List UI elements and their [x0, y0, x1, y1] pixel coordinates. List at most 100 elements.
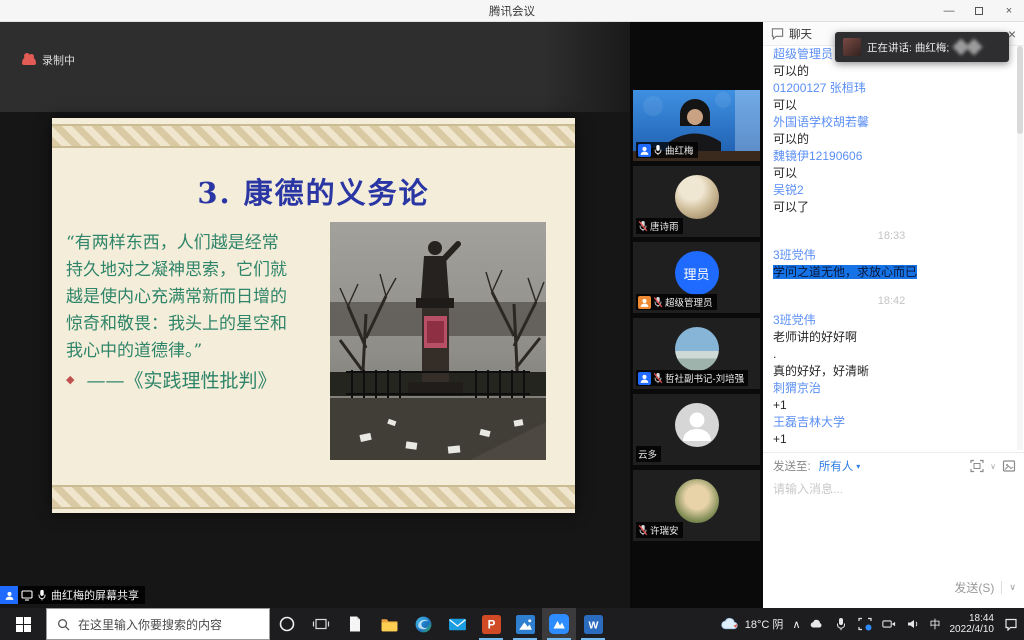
host-badge-icon — [638, 296, 651, 309]
participant-tile[interactable]: 唐诗雨 — [633, 166, 760, 237]
chat-sender: 王磊吉林大学 — [773, 414, 1010, 431]
projector-icon[interactable] — [882, 617, 897, 632]
restore-icon — [975, 7, 983, 15]
chat-scrollbar-thumb[interactable] — [1017, 46, 1023, 134]
participant-nameplate: 唐诗雨 — [636, 218, 683, 234]
mic-muted-icon — [653, 296, 663, 308]
blurred-name — [966, 39, 983, 56]
recording-label: 录制中 — [42, 52, 75, 68]
word-icon: W — [584, 615, 603, 634]
mic-icon — [36, 589, 48, 601]
cortana-icon — [278, 615, 296, 633]
chat-sender: 吴锐2 — [773, 182, 1010, 199]
participant-tile[interactable]: 许瑞安 — [633, 470, 760, 541]
member-badge-icon — [0, 586, 18, 604]
participant-name: 超级管理员 — [665, 295, 713, 309]
shared-screen-area: 录制中 3. 康德的义务论 “有两样东西，人们越是经常 持久地对之凝神思索，它们… — [0, 22, 630, 608]
powerpoint-button[interactable]: P — [474, 608, 508, 640]
window-titlebar: 腾讯会议 — × — [0, 0, 1024, 22]
speaker-avatar — [843, 38, 861, 56]
system-tray: 18°C 阴 ∧ 中 18:44 2022/4/10 — [721, 608, 1024, 640]
diamond-bullet-icon: ◆ — [66, 373, 74, 386]
participant-name: 许瑞安 — [650, 523, 679, 537]
speaker-icon[interactable] — [906, 617, 921, 632]
mic-muted-icon — [653, 372, 663, 384]
chat-timestamp: 18:42 — [773, 293, 1010, 310]
participant-tile[interactable]: 曲红梅 — [633, 90, 760, 161]
chevron-down-icon[interactable]: ∨ — [990, 462, 996, 471]
chat-message: 可以的 — [773, 131, 1010, 148]
screen-share-icon — [21, 589, 33, 601]
notepad-button[interactable] — [338, 608, 372, 640]
tray-clock[interactable]: 18:44 2022/4/10 — [950, 613, 995, 635]
send-button[interactable]: 发送(S) — [954, 579, 994, 596]
mail-icon — [448, 615, 467, 634]
task-view-button[interactable] — [304, 608, 338, 640]
avatar — [675, 403, 719, 447]
tray-mic-icon[interactable] — [834, 617, 849, 632]
send-button-group: 发送(S) ∨ — [954, 579, 1016, 596]
chat-message: 可以了 — [773, 199, 1010, 216]
mic-muted-icon — [638, 220, 648, 232]
tencent-meeting-button[interactable] — [542, 608, 576, 640]
start-button[interactable] — [0, 608, 46, 640]
edge-button[interactable] — [406, 608, 440, 640]
windows-logo-icon — [16, 617, 31, 632]
participant-tile[interactable]: 云多 — [633, 394, 760, 465]
chat-message: +1 — [773, 397, 1010, 414]
kant-statue-photo — [330, 222, 546, 460]
slide-decorative-band-bottom — [52, 485, 575, 509]
participant-tile[interactable]: 哲社副书记-刘培强 — [633, 318, 760, 389]
screen-share-label: 曲红梅的屏幕共享 — [51, 587, 139, 603]
chat-sender: 01200127 张桓玮 — [773, 80, 1010, 97]
photos-button[interactable] — [508, 608, 542, 640]
chat-close-button[interactable]: × — [1008, 26, 1016, 42]
chevron-down-icon[interactable]: ▾ — [856, 462, 860, 471]
restore-button[interactable] — [964, 0, 994, 22]
close-button[interactable]: × — [994, 0, 1024, 22]
slide-attribution-row: ◆ ——《实践理性批判》 — [66, 366, 276, 393]
send-to-label: 发送至: — [773, 458, 811, 474]
word-button[interactable]: W — [576, 608, 610, 640]
snip-tool-icon[interactable] — [858, 617, 873, 632]
file-explorer-button[interactable] — [372, 608, 406, 640]
participant-nameplate: 曲红梅 — [636, 142, 698, 158]
chat-message: 真的好好，好清晰 — [773, 363, 1010, 380]
screenshot-icon[interactable] — [970, 459, 984, 473]
screen-share-statusbar: 曲红梅的屏幕共享 — [0, 586, 145, 604]
mail-button[interactable] — [440, 608, 474, 640]
chat-scrollbar[interactable] — [1017, 46, 1023, 450]
member-badge-icon — [638, 144, 651, 157]
search-placeholder: 在这里输入你要搜索的内容 — [78, 616, 222, 633]
participant-name: 云多 — [638, 447, 657, 461]
weather-text: 18°C 阴 — [745, 616, 784, 632]
send-options-chevron-icon[interactable]: ∨ — [1009, 582, 1016, 593]
tray-expand-chevron[interactable]: ∧ — [792, 618, 800, 631]
windows-taskbar: 在这里输入你要搜索的内容 P W 18°C 阴 ∧ 中 — [0, 608, 1024, 640]
avatar: 理员 — [675, 251, 719, 295]
tray-date: 2022/4/10 — [950, 624, 995, 635]
chat-message: 可以 — [773, 97, 1010, 114]
ime-indicator[interactable]: 中 — [930, 616, 941, 632]
participant-tile[interactable]: 理员超级管理员 — [633, 242, 760, 313]
slide-quote: “有两样东西，人们越是经常 持久地对之凝神思索，它们就 越是使内心充满常新而日增… — [66, 230, 346, 365]
weather-widget[interactable]: 18°C 阴 — [721, 616, 784, 632]
tray-time: 18:44 — [950, 613, 995, 624]
send-to-selector[interactable]: 所有人 — [819, 458, 854, 474]
onedrive-cloud-icon[interactable] — [810, 617, 825, 632]
slide-decorative-band-top — [52, 124, 575, 148]
chat-sender: 外国语学校胡若馨 — [773, 114, 1010, 131]
notification-center-icon[interactable] — [1003, 617, 1018, 632]
avatar — [675, 479, 719, 523]
image-attach-icon[interactable] — [1002, 459, 1016, 473]
chat-bubble-icon — [771, 27, 784, 40]
cortana-button[interactable] — [270, 608, 304, 640]
search-input[interactable]: 在这里输入你要搜索的内容 — [46, 608, 270, 640]
window-title: 腾讯会议 — [489, 3, 535, 19]
powerpoint-icon: P — [482, 615, 501, 634]
folder-icon — [380, 615, 399, 634]
participant-nameplate: 哲社副书记-刘培强 — [636, 370, 748, 386]
minimize-button[interactable]: — — [934, 0, 964, 22]
chat-input[interactable]: 请输入消息... — [773, 480, 843, 497]
participant-name: 哲社副书记-刘培强 — [665, 371, 744, 385]
